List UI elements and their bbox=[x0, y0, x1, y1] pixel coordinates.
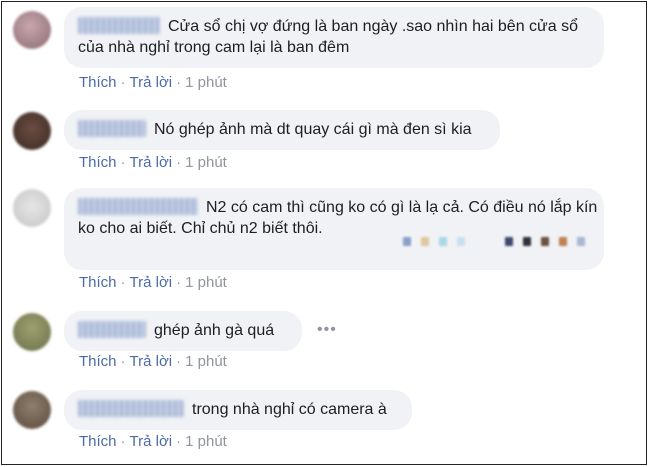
emoji-icon bbox=[403, 237, 411, 246]
timestamp[interactable]: 1 phút bbox=[185, 433, 227, 450]
commenter-name[interactable] bbox=[78, 321, 146, 338]
separator: · bbox=[176, 433, 182, 450]
emoji-icon bbox=[523, 237, 531, 246]
emoji-icon bbox=[541, 237, 549, 246]
emoji-icon bbox=[457, 237, 465, 246]
separator: · bbox=[120, 154, 126, 171]
comment-actions: Thích · Trả lời · 1 phút bbox=[79, 433, 227, 450]
separator: · bbox=[120, 433, 126, 450]
commenter-name[interactable] bbox=[78, 17, 160, 34]
timestamp[interactable]: 1 phút bbox=[185, 74, 227, 91]
commenter-name[interactable] bbox=[78, 400, 184, 417]
comment-thread: Cửa sổ chị vợ đứng là ban ngày .sao nhìn… bbox=[1, 1, 647, 465]
comment-actions: Thích · Trả lời · 1 phút bbox=[79, 274, 227, 291]
separator: · bbox=[176, 274, 182, 291]
reply-link[interactable]: Trả lời bbox=[130, 274, 173, 291]
emoji-gap bbox=[475, 237, 495, 246]
timestamp[interactable]: 1 phút bbox=[185, 353, 227, 370]
separator: · bbox=[176, 74, 182, 91]
comment-text: ghép ảnh gà quá bbox=[154, 322, 275, 339]
comment-bubble: ghép ảnh gà quá bbox=[64, 311, 302, 351]
reply-link[interactable]: Trả lời bbox=[130, 353, 173, 370]
emoji-icon bbox=[421, 237, 429, 246]
separator: · bbox=[176, 353, 182, 370]
comment-text: trong nhà nghỉ có camera à bbox=[192, 401, 387, 418]
emoji-icon bbox=[559, 237, 567, 246]
avatar[interactable] bbox=[13, 391, 51, 429]
comment-bubble: trong nhà nghỉ có camera à bbox=[64, 390, 412, 430]
like-link[interactable]: Thích bbox=[79, 74, 117, 91]
comment-actions: Thích · Trả lời · 1 phút bbox=[79, 74, 227, 91]
emoji-row bbox=[403, 230, 595, 251]
comment-bubble: Cửa sổ chị vợ đứng là ban ngày .sao nhìn… bbox=[64, 7, 604, 68]
comment-actions: Thích · Trả lời · 1 phút bbox=[79, 353, 227, 370]
timestamp[interactable]: 1 phút bbox=[185, 154, 227, 171]
like-link[interactable]: Thích bbox=[79, 154, 117, 171]
comment-bubble: Nó ghép ảnh mà dt quay cái gì mà đen sì … bbox=[64, 110, 500, 150]
comment-body: Cửa sổ chị vợ đứng là ban ngày .sao nhìn… bbox=[78, 16, 598, 58]
comment-body: ghép ảnh gà quá bbox=[78, 320, 274, 341]
comment-text: Nó ghép ảnh mà dt quay cái gì mà đen sì … bbox=[154, 121, 472, 138]
commenter-name[interactable] bbox=[78, 120, 146, 137]
comment-bubble: N2 có cam thì cũng ko có gì là lạ cả. Có… bbox=[64, 188, 604, 270]
separator: · bbox=[120, 274, 126, 291]
separator: · bbox=[176, 154, 182, 171]
avatar[interactable] bbox=[13, 11, 51, 49]
emoji-icon bbox=[439, 237, 447, 246]
commenter-name[interactable] bbox=[78, 198, 198, 215]
reply-link[interactable]: Trả lời bbox=[130, 154, 173, 171]
comment-body: Nó ghép ảnh mà dt quay cái gì mà đen sì … bbox=[78, 119, 472, 140]
separator: · bbox=[120, 353, 126, 370]
more-options-icon[interactable]: ••• bbox=[317, 321, 337, 339]
avatar[interactable] bbox=[13, 189, 51, 227]
like-link[interactable]: Thích bbox=[79, 433, 117, 450]
timestamp[interactable]: 1 phút bbox=[185, 274, 227, 291]
comment-actions: Thích · Trả lời · 1 phút bbox=[79, 154, 227, 171]
comment-body: trong nhà nghỉ có camera à bbox=[78, 399, 387, 420]
like-link[interactable]: Thích bbox=[79, 274, 117, 291]
separator: · bbox=[120, 74, 126, 91]
like-link[interactable]: Thích bbox=[79, 353, 117, 370]
reply-link[interactable]: Trả lời bbox=[130, 433, 173, 450]
avatar[interactable] bbox=[13, 313, 51, 351]
emoji-icon bbox=[577, 237, 585, 246]
reply-link[interactable]: Trả lời bbox=[130, 74, 173, 91]
avatar[interactable] bbox=[13, 112, 51, 150]
emoji-icon bbox=[505, 237, 513, 246]
